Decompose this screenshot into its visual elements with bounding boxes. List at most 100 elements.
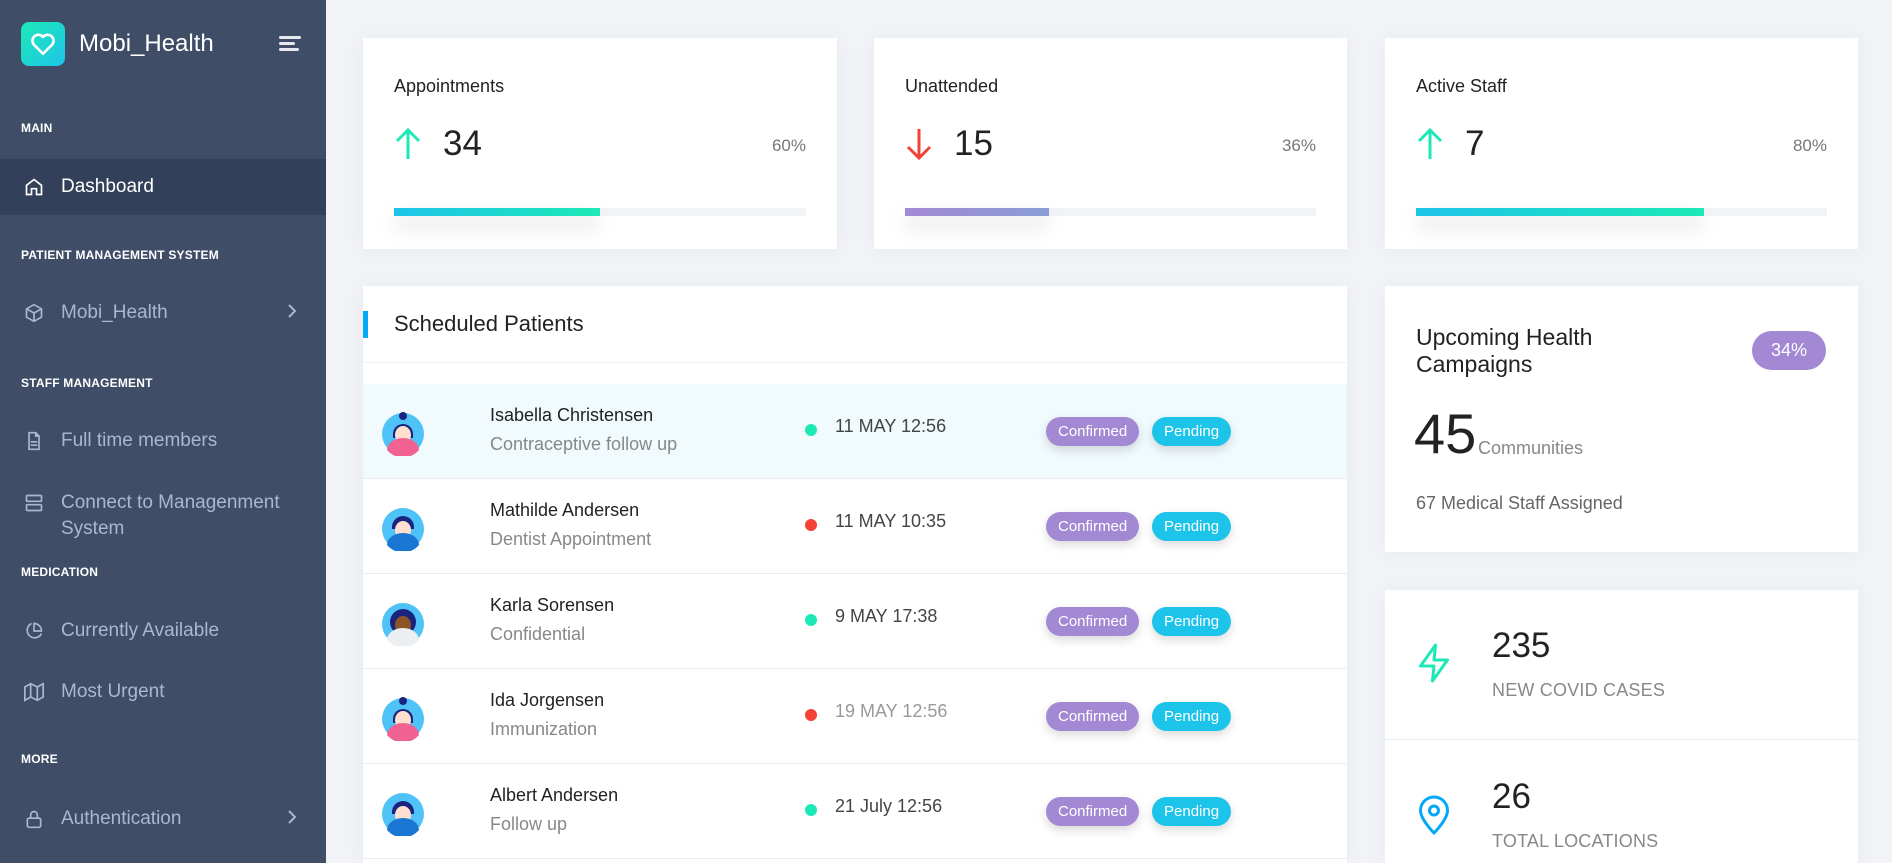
pie-chart-icon	[21, 618, 47, 644]
patient-reason: Contraceptive follow up	[490, 434, 678, 454]
stat-card-appointments: Appointments 34 60%	[363, 38, 837, 249]
status-dot	[805, 424, 817, 436]
sidebar-item-currently-available[interactable]: Currently Available	[0, 618, 326, 644]
sidebar-item-label: Currently Available	[61, 620, 220, 641]
table-row[interactable]: Albert Andersen Follow up 21 July 12:56 …	[363, 764, 1347, 859]
status-dot	[805, 614, 817, 626]
appointment-date: 19 MAY 12:56	[835, 701, 948, 721]
patient-reason: Follow up	[490, 814, 568, 834]
scheduled-patients-panel: Scheduled Patients Isabella Christensen …	[363, 286, 1347, 863]
brand[interactable]: Mobi_Health	[0, 0, 326, 88]
panel-title: Scheduled Patients	[394, 311, 584, 336]
stat-value: 7	[1465, 124, 1485, 163]
sidebar-item-most-urgent[interactable]: Most Urgent	[0, 679, 326, 705]
pending-badge[interactable]: Pending	[1152, 797, 1232, 826]
sidebar-item-label: Mobi_Health	[61, 302, 168, 323]
sidebar-item-label: Most Urgent	[61, 681, 165, 702]
table-row[interactable]: Isabella Christensen Contraceptive follo…	[363, 384, 1347, 479]
progress-fill	[394, 208, 600, 216]
section-main: MAIN	[21, 121, 53, 135]
chevron-right-icon	[286, 808, 298, 830]
patient-reason: Confidential	[490, 624, 586, 644]
map-icon	[21, 679, 47, 705]
brand-name: Mobi_Health	[79, 30, 214, 57]
metric-covid: 235 NEW COVID CASES	[1385, 590, 1858, 740]
patient-name: Mathilde Andersen	[490, 500, 640, 520]
appointment-date: 11 MAY 10:35	[835, 511, 947, 531]
patient-reason: Dentist Appointment	[490, 529, 652, 549]
status-dot	[805, 519, 817, 531]
stat-percent: 36%	[1281, 136, 1316, 155]
arrow-down-icon	[905, 127, 933, 166]
pending-badge[interactable]: Pending	[1152, 417, 1232, 446]
progress-bar	[905, 208, 1316, 216]
home-icon	[21, 174, 47, 200]
health-campaigns-card: Upcoming Health Campaigns 34% 45 Communi…	[1385, 286, 1858, 552]
avatar	[381, 503, 425, 553]
pending-badge[interactable]: Pending	[1152, 512, 1232, 541]
campaigns-count: 45	[1414, 402, 1477, 465]
confirmed-badge[interactable]: Confirmed	[1046, 702, 1140, 731]
sidebar-item-authentication[interactable]: Authentication	[0, 806, 326, 832]
section-pms: PATIENT MANAGEMENT SYSTEM	[21, 248, 219, 262]
patient-name: Karla Sorensen	[490, 595, 615, 615]
sidebar-item-dashboard[interactable]: Dashboard	[0, 159, 326, 215]
confirmed-badge[interactable]: Confirmed	[1046, 417, 1140, 446]
zap-icon	[1416, 642, 1452, 689]
appointment-date: 9 MAY 17:38	[835, 606, 938, 626]
confirmed-badge[interactable]: Confirmed	[1046, 797, 1140, 826]
stat-card-unattended: Unattended 15 36%	[874, 38, 1347, 249]
patient-reason: Immunization	[490, 719, 598, 739]
table-row[interactable]: Mathilde Andersen Dentist Appointment 11…	[363, 479, 1347, 574]
stat-title: Active Staff	[1416, 76, 1507, 96]
appointment-date: 21 July 12:56	[835, 796, 943, 816]
progress-bar	[1416, 208, 1827, 216]
sidebar-item-label: Authentication	[61, 808, 182, 829]
table-row[interactable]: Karla Sorensen Confidential 9 MAY 17:38 …	[363, 574, 1347, 669]
patient-name: Isabella Christensen	[490, 405, 654, 425]
sidebar-item-full-time[interactable]: Full time members	[0, 428, 326, 454]
panel-accent	[363, 311, 368, 338]
sidebar: Mobi_Health MAIN Dashboard PATIENT MANAG…	[0, 0, 326, 863]
metric-label: TOTAL LOCATIONS	[1492, 831, 1659, 851]
chevron-right-icon	[286, 302, 298, 324]
section-medication: MEDICATION	[21, 565, 99, 579]
arrow-up-icon	[1416, 127, 1444, 166]
stat-card-active-staff: Active Staff 7 80%	[1385, 38, 1858, 249]
progress-fill	[905, 208, 1049, 216]
avatar	[381, 693, 425, 743]
section-staff: STAFF MANAGEMENT	[21, 376, 153, 390]
campaigns-unit: Communities	[1478, 438, 1584, 458]
avatar	[381, 408, 425, 458]
confirmed-badge[interactable]: Confirmed	[1046, 607, 1140, 636]
menu-toggle-icon[interactable]	[279, 36, 301, 52]
file-text-icon	[21, 428, 47, 454]
lock-icon	[21, 806, 47, 832]
appointment-date: 11 MAY 12:56	[835, 416, 947, 436]
metric-label: NEW COVID CASES	[1492, 680, 1666, 700]
stat-percent: 80%	[1792, 136, 1827, 155]
heart-logo-icon	[21, 22, 65, 66]
progress-fill	[1416, 208, 1704, 216]
panel-header: Scheduled Patients	[363, 286, 1347, 363]
pending-badge[interactable]: Pending	[1152, 702, 1232, 731]
sidebar-item-mobi-health[interactable]: Mobi_Health	[0, 300, 326, 326]
section-more: MORE	[21, 752, 58, 766]
box-icon	[21, 300, 47, 326]
table-row[interactable]: Ida Jorgensen Immunization 19 MAY 12:56 …	[363, 669, 1347, 764]
sidebar-item-label: Dashboard	[61, 176, 154, 197]
stat-value: 34	[443, 124, 482, 163]
metric-locations: 26 TOTAL LOCATIONS	[1385, 741, 1858, 863]
campaigns-staff: 67 Medical Staff Assigned	[1416, 493, 1623, 513]
sidebar-item-label: Full time members	[61, 430, 218, 451]
stat-title: Unattended	[905, 76, 999, 96]
patient-name: Albert Andersen	[490, 785, 619, 805]
sidebar-item-label: Connect to Managenment System	[61, 492, 280, 539]
metric-value: 235	[1492, 626, 1551, 665]
campaigns-title: Upcoming Health Campaigns	[1416, 324, 1593, 377]
avatar	[381, 598, 425, 648]
confirmed-badge[interactable]: Confirmed	[1046, 512, 1140, 541]
pending-badge[interactable]: Pending	[1152, 607, 1232, 636]
sidebar-item-connect[interactable]: Connect to Managenment System	[0, 490, 326, 542]
metric-value: 26	[1492, 777, 1531, 816]
